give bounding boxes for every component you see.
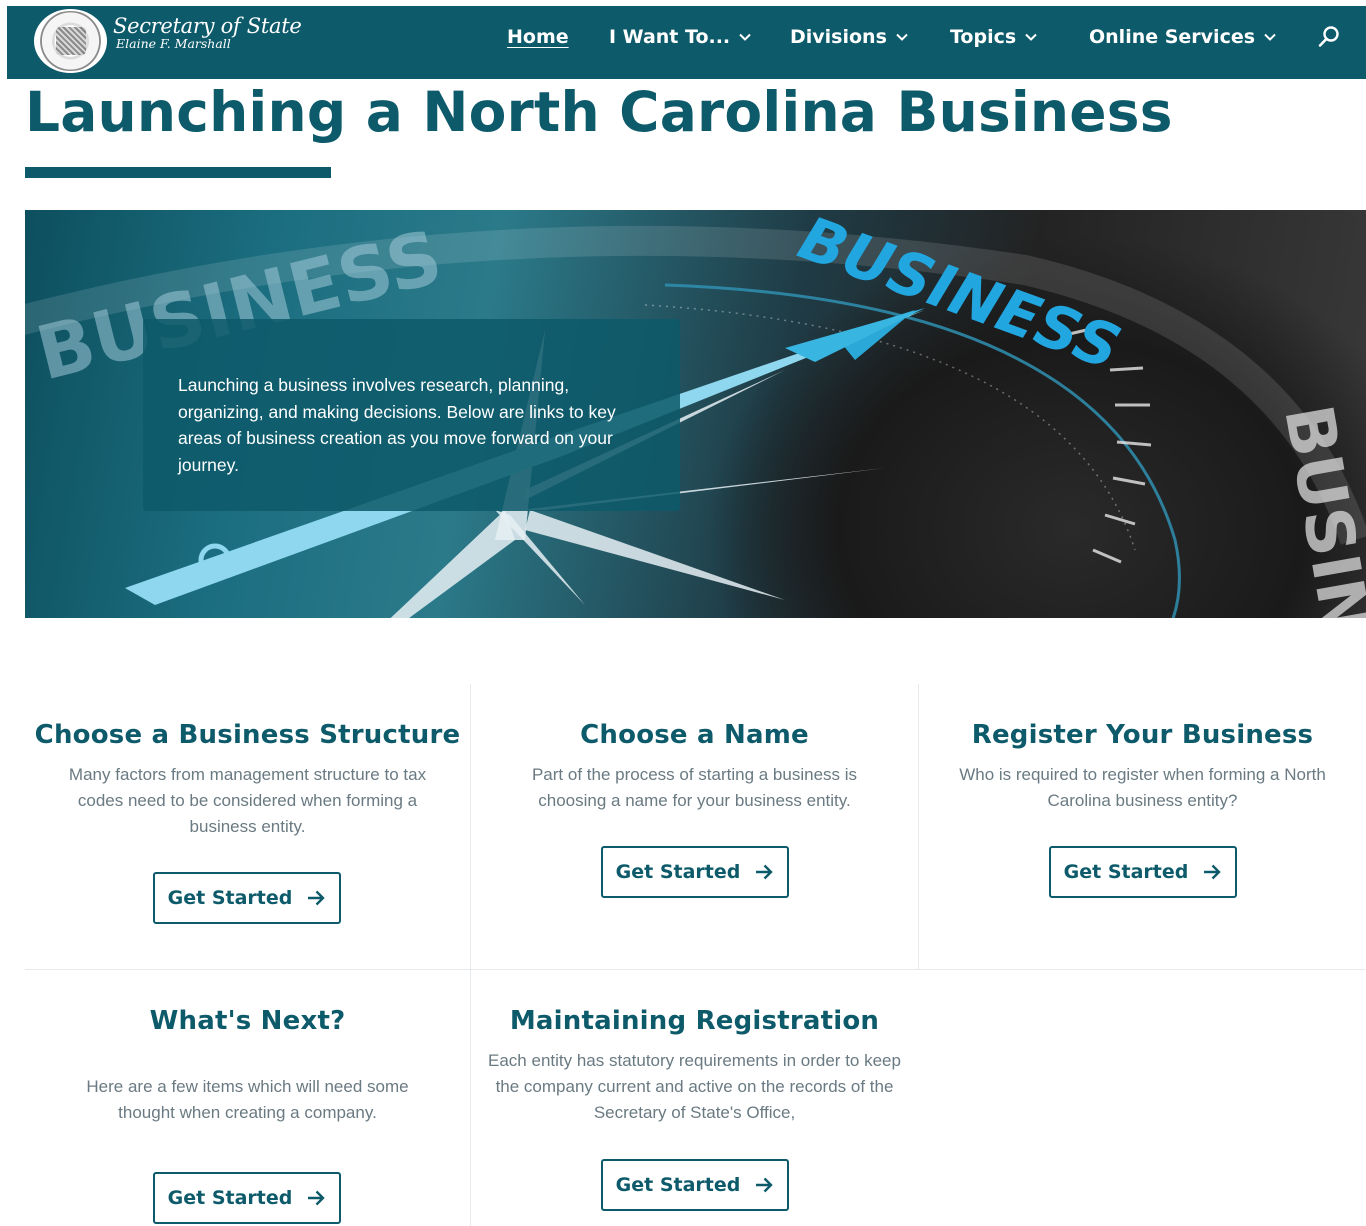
brand-subtitle: Elaine F. Marshall xyxy=(116,36,231,51)
grid-row-divider xyxy=(25,969,1366,970)
card-maintaining-registration: Maintaining Registration Each entity has… xyxy=(471,1006,918,1126)
page-title: Launching a North Carolina Business xyxy=(25,80,1173,144)
chevron-down-icon xyxy=(1264,33,1276,41)
card-choose-name: Choose a Name Part of the process of sta… xyxy=(471,720,918,814)
arrow-right-icon xyxy=(308,890,326,906)
card-description: Many factors from management structure t… xyxy=(68,765,427,836)
card-title: Choose a Business Structure xyxy=(34,720,461,750)
hero-word-right: BUSINESS xyxy=(1269,399,1366,618)
nav-divisions-label: Divisions xyxy=(790,26,887,48)
arrow-right-icon xyxy=(756,1177,774,1193)
card-title: What's Next? xyxy=(149,1006,346,1036)
card-description: Here are a few items which will need som… xyxy=(86,1077,409,1122)
nav-i-want-to-label: I Want To... xyxy=(609,26,731,48)
hero-intro-text: Launching a business involves research, … xyxy=(178,375,616,475)
get-started-button-whats-next[interactable]: Get Started xyxy=(153,1172,341,1224)
nav-divisions[interactable]: Divisions xyxy=(790,24,910,50)
seal-emblem xyxy=(56,27,86,55)
button-label: Get Started xyxy=(615,861,741,883)
button-label: Get Started xyxy=(1063,861,1189,883)
nav-online-services[interactable]: Online Services xyxy=(1089,24,1278,50)
nav-topics[interactable]: Topics xyxy=(950,24,1039,50)
card-whats-next: What's Next? Here are a few items which … xyxy=(25,1006,470,1126)
title-underline xyxy=(25,167,331,178)
card-description: Who is required to register when forming… xyxy=(959,765,1326,810)
nav-i-want-to[interactable]: I Want To... xyxy=(609,24,753,50)
nav-home-label: Home xyxy=(507,26,569,48)
nav-home[interactable]: Home xyxy=(507,24,569,50)
card-description: Part of the process of starting a busine… xyxy=(531,765,858,810)
nav-topics-label: Topics xyxy=(950,26,1017,48)
hero-intro-box: Launching a business involves research, … xyxy=(143,319,680,511)
nav-online-services-label: Online Services xyxy=(1089,26,1256,48)
site-header: Secretary of State Elaine F. Marshall Ho… xyxy=(7,6,1366,79)
card-description: Each entity has statutory requirements i… xyxy=(488,1051,901,1122)
card-title: Maintaining Registration xyxy=(509,1006,880,1036)
card-title: Choose a Name xyxy=(580,720,809,750)
brand-title[interactable]: Secretary of State xyxy=(113,14,302,38)
arrow-right-icon xyxy=(308,1190,326,1206)
hero-banner: BUSINESS BUSINESS BUSINESS Launching a b… xyxy=(25,210,1366,618)
state-seal-logo[interactable] xyxy=(34,9,107,73)
get-started-button-business-structure[interactable]: Get Started xyxy=(153,872,341,924)
get-started-button-choose-name[interactable]: Get Started xyxy=(601,846,789,898)
get-started-button-register-business[interactable]: Get Started xyxy=(1049,846,1237,898)
button-label: Get Started xyxy=(167,1187,293,1209)
chevron-down-icon xyxy=(739,33,751,41)
search-icon[interactable] xyxy=(1316,24,1342,50)
button-label: Get Started xyxy=(167,887,293,909)
chevron-down-icon xyxy=(1025,33,1037,41)
arrow-right-icon xyxy=(1204,864,1222,880)
card-business-structure: Choose a Business Structure Many factors… xyxy=(25,720,470,840)
card-register-business: Register Your Business Who is required t… xyxy=(919,720,1366,814)
arrow-right-icon xyxy=(756,864,774,880)
chevron-down-icon xyxy=(896,33,908,41)
button-label: Get Started xyxy=(615,1174,741,1196)
get-started-button-maintaining-registration[interactable]: Get Started xyxy=(601,1159,789,1211)
card-title: Register Your Business xyxy=(971,720,1314,750)
